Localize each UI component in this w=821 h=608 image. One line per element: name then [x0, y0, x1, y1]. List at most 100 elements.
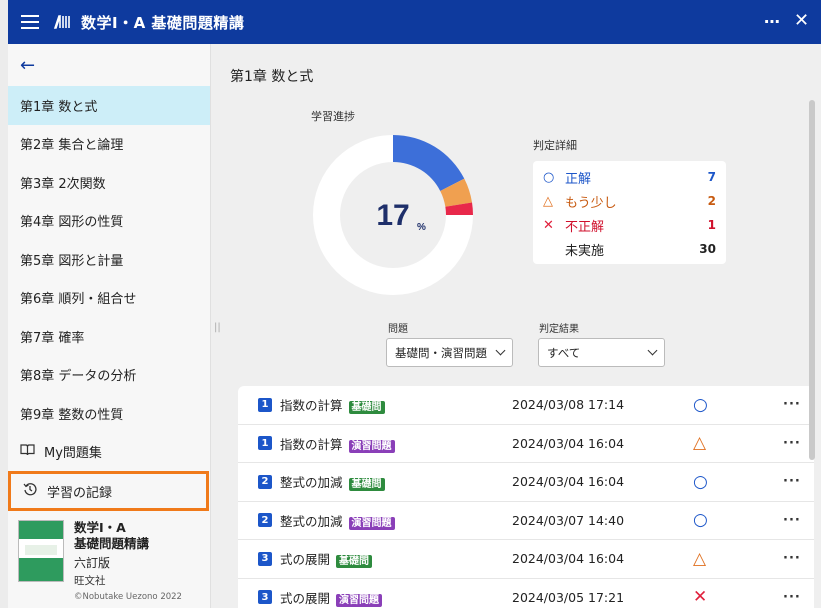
detail-count: 7 — [707, 170, 716, 184]
row-more-button[interactable]: ··· — [783, 397, 801, 412]
top-bar: 数学Ⅰ・A 基礎問題精講 ⋯ ✕ — [8, 0, 821, 44]
result-circle-icon: ○ — [693, 394, 708, 415]
row-more-button[interactable]: ··· — [783, 474, 801, 489]
sidebar-item-label: 第3章 2次関数 — [20, 176, 106, 192]
more-options-button[interactable]: ⋯ — [764, 12, 781, 31]
row-more-button[interactable]: ··· — [783, 513, 801, 528]
filter-problem-label: 問題 — [388, 324, 408, 335]
book-edition: 六訂版 — [74, 556, 111, 570]
list-item[interactable]: 2 整式の加減 演習問題 2024/03/07 14:40 ○ ··· — [238, 502, 814, 540]
row-more-button[interactable]: ··· — [783, 590, 801, 605]
sidebar-item-label: 第4章 図形の性質 — [20, 215, 124, 231]
list-item[interactable]: 1 指数の計算 基礎問 2024/03/08 17:14 ○ ··· — [238, 386, 814, 425]
main-scrollbar[interactable] — [809, 100, 815, 460]
problem-tag: 演習問題 — [348, 516, 395, 530]
problem-title: 整式の加減 — [280, 513, 343, 529]
problem-tag: 基礎問 — [336, 555, 373, 569]
problem-title-wrap: 整式の加減 基礎問 — [280, 472, 385, 492]
select-value: 基礎問・演習問題 — [395, 345, 487, 360]
sidebar-item-label: 第2章 集合と論理 — [20, 138, 124, 154]
sidebar-item-chapter-9[interactable]: 第9章 整数の性質 — [8, 394, 210, 433]
problem-type-select[interactable]: 基礎問・演習問題 — [386, 338, 513, 367]
sidebar-item-label: 第7章 確率 — [20, 330, 85, 346]
book-publisher: 旺文社 — [74, 575, 106, 587]
sidebar: ← 第1章 数と式 第2章 集合と論理 第3章 2次関数 第4章 図形の性質 第… — [8, 44, 211, 608]
problem-date: 2024/03/04 16:04 — [512, 435, 625, 451]
row-more-button[interactable]: ··· — [783, 436, 801, 451]
menu-icon[interactable] — [21, 15, 39, 29]
problem-number-badge: 3 — [258, 590, 272, 605]
problem-title-wrap: 整式の加減 演習問題 — [280, 511, 395, 530]
circle-icon: ○ — [543, 169, 555, 185]
sidebar-item-chapter-7[interactable]: 第7章 確率 — [8, 317, 210, 356]
sidebar-item-chapter-5[interactable]: 第5章 図形と計量 — [8, 240, 210, 279]
detail-count: 1 — [707, 218, 716, 232]
sidebar-item-label: My問題集 — [44, 446, 102, 462]
back-arrow-icon: ← — [20, 54, 36, 76]
row-more-button[interactable]: ··· — [783, 551, 801, 566]
detail-label: 未実施 — [565, 243, 605, 259]
triangle-icon: △ — [543, 193, 553, 209]
sidebar-item-my-problems[interactable]: My問題集 — [8, 433, 210, 472]
percent-sign: % — [417, 222, 426, 233]
list-item[interactable]: 2 整式の加減 基礎問 2024/03/04 16:04 ○ ··· — [238, 463, 814, 502]
result-triangle-icon: △ — [693, 548, 707, 569]
sidebar-item-label: 第9章 整数の性質 — [20, 407, 124, 423]
filter-result-label: 判定結果 — [539, 324, 579, 335]
problem-date: 2024/03/04 16:04 — [512, 474, 625, 490]
sidebar-item-label: 第6章 順列・組合せ — [20, 292, 137, 308]
result-cross-icon: ✕ — [693, 587, 708, 608]
sidebar-item-history[interactable]: 学習の記録 — [8, 471, 209, 511]
detail-count: 30 — [699, 242, 716, 256]
problem-title: 指数の計算 — [280, 436, 343, 452]
sidebar-item-label: 第5章 図形と計量 — [20, 253, 124, 269]
main-content: 第1章 数と式 学習進捗 17 % 判定詳細 ○ 正解 7 △ もう少し 2 ✕… — [220, 44, 821, 608]
problem-title-wrap: 式の展開 演習問題 — [280, 588, 383, 607]
problem-list: 1 指数の計算 基礎問 2024/03/08 17:14 ○ ··· 1 指数の計… — [238, 386, 814, 608]
result-circle-icon: ○ — [693, 471, 708, 492]
problem-tag: 演習問題 — [336, 593, 383, 607]
detail-row-almost: △ もう少し 2 — [543, 189, 716, 213]
open-book-icon — [20, 444, 36, 460]
close-button[interactable]: ✕ — [794, 10, 809, 31]
app-title: 数学Ⅰ・A 基礎問題精講 — [81, 13, 245, 32]
detail-row-not-done: 未実施 30 — [543, 237, 716, 261]
sidebar-item-chapter-8[interactable]: 第8章 データの分析 — [8, 356, 210, 395]
sidebar-item-chapter-6[interactable]: 第6章 順列・組合せ — [8, 279, 210, 318]
book-card: 数学Ⅰ・A 基礎問題精講 六訂版 旺文社 ©Nobutake Uezono 20… — [8, 514, 211, 608]
problem-date: 2024/03/07 14:40 — [512, 512, 625, 528]
result-circle-icon: ○ — [693, 510, 708, 531]
sidebar-item-chapter-1[interactable]: 第1章 数と式 — [8, 86, 210, 125]
sidebar-item-chapter-3[interactable]: 第3章 2次関数 — [8, 163, 210, 202]
details-label: 判定詳細 — [533, 139, 577, 152]
detail-row-incorrect: ✕ 不正解 1 — [543, 213, 716, 237]
problem-date: 2024/03/08 17:14 — [512, 397, 625, 413]
detail-label: 不正解 — [565, 219, 605, 235]
list-item[interactable]: 1 指数の計算 演習問題 2024/03/04 16:04 △ ··· — [238, 425, 814, 463]
sidebar-item-chapter-2[interactable]: 第2章 集合と論理 — [8, 125, 210, 164]
page-title: 第1章 数と式 — [230, 69, 314, 85]
problem-tag: 基礎問 — [348, 478, 385, 492]
problem-date: 2024/03/05 17:21 — [512, 589, 625, 605]
problem-title: 整式の加減 — [280, 475, 343, 491]
problem-tag: 基礎問 — [348, 401, 385, 415]
problem-title-wrap: 指数の計算 基礎問 — [280, 395, 385, 415]
progress-donut-chart: 17 % — [313, 135, 473, 295]
problem-number-badge: 2 — [258, 474, 272, 489]
back-button[interactable]: ← — [8, 44, 210, 86]
problem-title-wrap: 式の展開 基礎問 — [280, 549, 373, 569]
problem-title: 式の展開 — [280, 590, 331, 606]
chevron-down-icon — [647, 345, 658, 356]
result-select[interactable]: すべて — [538, 338, 665, 367]
problem-tag: 演習問題 — [348, 439, 395, 453]
list-item[interactable]: 3 式の展開 基礎問 2024/03/04 16:04 △ ··· — [238, 540, 814, 579]
problem-number-badge: 3 — [258, 551, 272, 566]
book-title-line2: 基礎問題精講 — [74, 536, 150, 551]
list-item[interactable]: 3 式の展開 演習問題 2024/03/05 17:21 ✕ ··· — [238, 579, 814, 608]
book-copyright: ©Nobutake Uezono 2022 — [74, 592, 182, 602]
problem-title: 指数の計算 — [280, 398, 343, 414]
detail-label: もう少し — [565, 195, 617, 211]
app-window: 数学Ⅰ・A 基礎問題精講 ⋯ ✕ ← 第1章 数と式 第2章 集合と論理 第3章… — [8, 0, 821, 608]
sidebar-item-chapter-4[interactable]: 第4章 図形の性質 — [8, 202, 210, 241]
sidebar-item-label: 学習の記録 — [47, 485, 113, 501]
